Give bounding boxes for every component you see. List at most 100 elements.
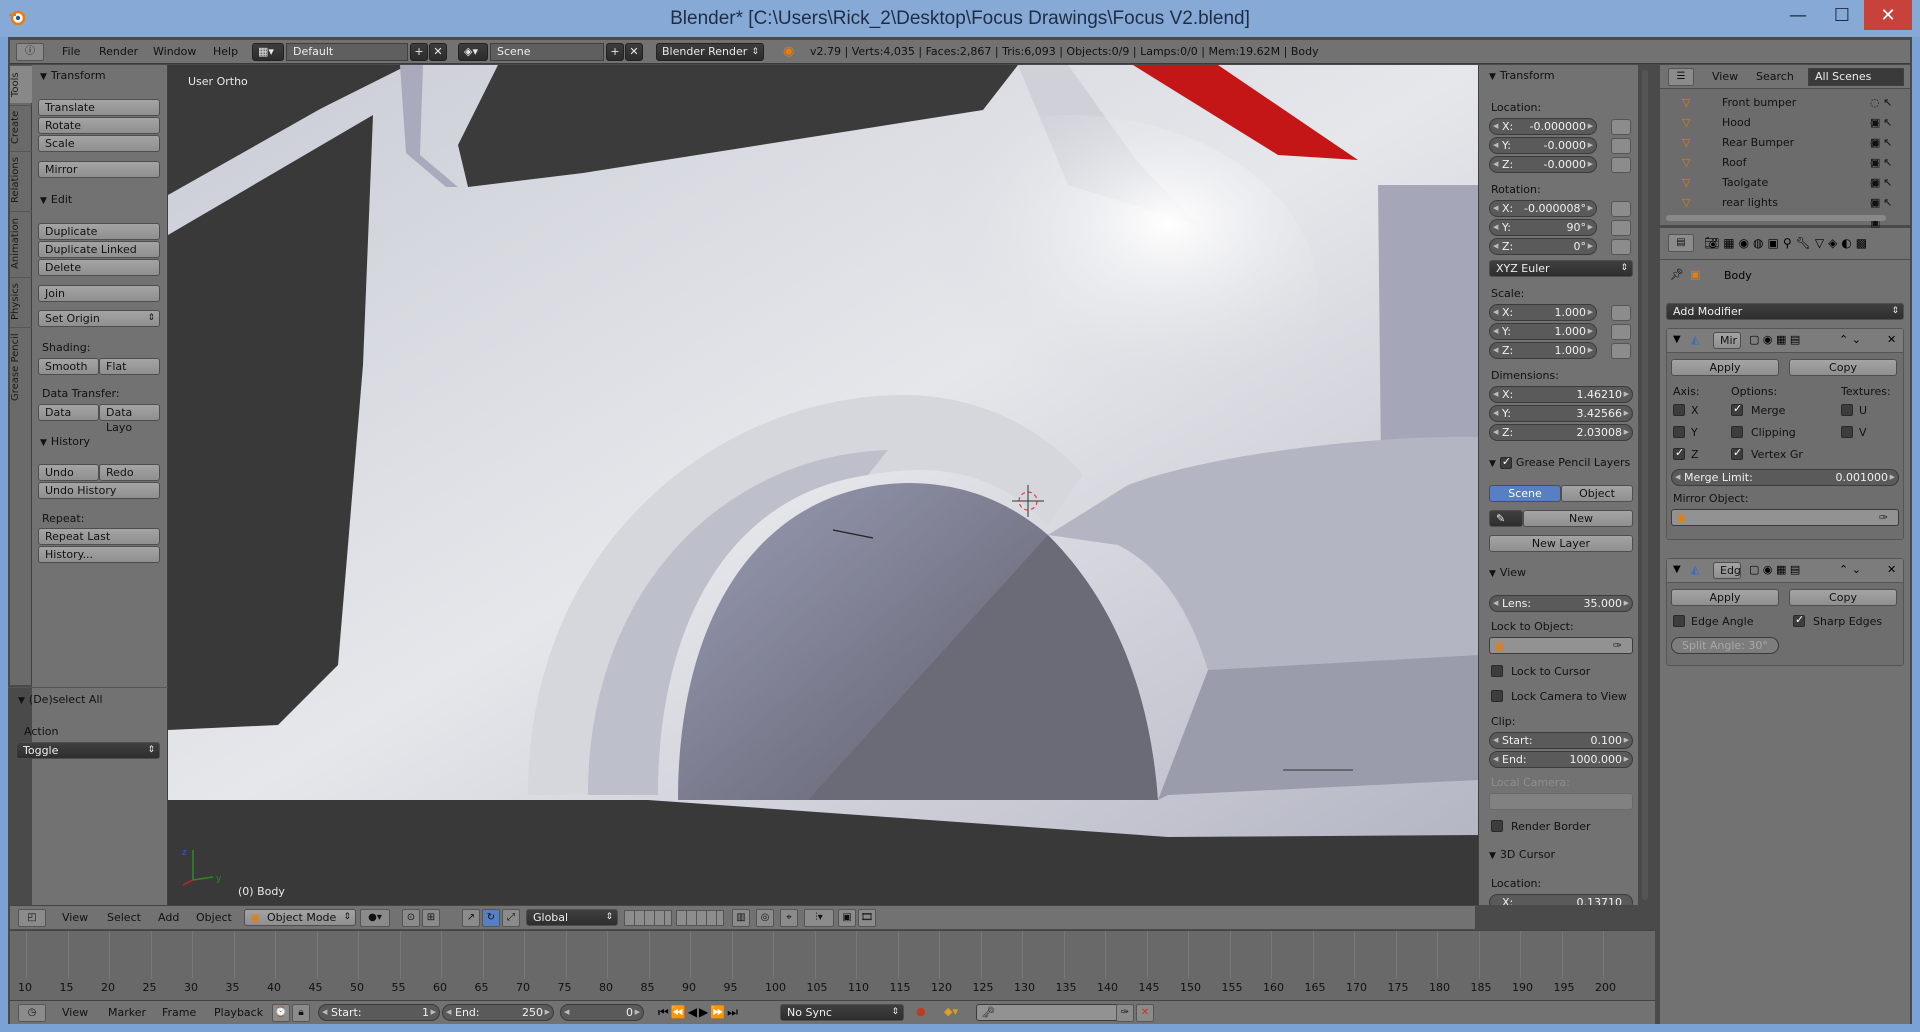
lock-layers-icon[interactable]: ▥ — [732, 909, 750, 927]
location-x-field[interactable]: ◀ X: -0.000000 ▶ — [1489, 118, 1597, 135]
lock-location-z-icon[interactable] — [1611, 157, 1631, 173]
flat-button[interactable]: Flat — [99, 358, 160, 375]
dimensions-z-field[interactable]: ◀ Z: 2.03008 ▶ — [1489, 424, 1633, 441]
vp-menu-object[interactable]: Object — [196, 911, 232, 924]
snap-target-icon[interactable]: ⫶▾ — [804, 909, 834, 927]
dimensions-x-field[interactable]: ◀ X: 1.46210 ▶ — [1489, 386, 1633, 403]
move-modifier-icons[interactable]: ⌃ ⌄ — [1839, 563, 1861, 576]
clip-end-field[interactable]: ◀ End: 1000.000 ▶ — [1489, 751, 1633, 768]
properties-context-tabs[interactable]: 📷︎▦◉◍▣⚲🔧︎▽◈◐▩ — [1704, 236, 1871, 250]
vp-menu-view[interactable]: View — [62, 911, 88, 924]
tab-physics[interactable]: Physics — [10, 277, 32, 325]
add-layout-icon[interactable]: + — [410, 43, 428, 61]
keying-icon[interactable]: ◆▾ — [944, 1005, 958, 1018]
collapse-icon[interactable]: ▼ — [1673, 564, 1681, 575]
scale-manipulator-icon[interactable]: ⤢ — [502, 909, 520, 927]
outliner-scrollbar[interactable] — [1666, 215, 1886, 221]
layers-grid-a[interactable] — [624, 910, 672, 926]
remove-layout-icon[interactable]: ✕ — [429, 43, 447, 61]
clip-start-field[interactable]: ◀ Start: 0.100 ▶ — [1489, 732, 1633, 749]
keying-set-field[interactable]: 🗝︎ — [976, 1004, 1134, 1021]
manipulator-icon[interactable]: ⊞ — [422, 909, 440, 927]
sync-dropdown[interactable]: No Sync ⇕ — [780, 1004, 904, 1021]
render-border-checkbox[interactable] — [1491, 820, 1503, 832]
data-button[interactable]: Data — [38, 404, 99, 421]
scale-button[interactable]: Scale — [38, 135, 160, 152]
viewport-shading-icon[interactable]: ●▾ — [360, 909, 390, 927]
cursor-x-field[interactable]: X: 0.13710 — [1489, 894, 1633, 905]
minimize-button[interactable]: — — [1776, 0, 1820, 30]
tl-menu-marker[interactable]: Marker — [108, 1006, 146, 1019]
proportional-edit-icon[interactable]: ◎ — [756, 909, 774, 927]
n-transform-header[interactable]: ▼ Transform — [1489, 69, 1555, 82]
end-frame-field[interactable]: ◀ End: 250 ▶ — [442, 1004, 554, 1021]
grease-layers-header[interactable]: ▼ Grease Pencil Layers — [1489, 455, 1630, 469]
rotate-button[interactable]: Rotate — [38, 117, 160, 134]
menu-render[interactable]: Render — [99, 45, 138, 58]
mode-dropdown[interactable]: ▣ Object Mode ⇕ — [244, 909, 356, 926]
lock-camera-checkbox[interactable] — [1491, 690, 1503, 702]
remove-modifier-icon[interactable]: ✕ — [1887, 563, 1896, 576]
duplicate-button[interactable]: Duplicate — [38, 223, 160, 240]
preview-range-icon[interactable]: ⌚ — [272, 1004, 290, 1022]
insert-keyframe-icon[interactable]: ✑ — [1116, 1004, 1134, 1022]
menu-help[interactable]: Help — [213, 45, 238, 58]
cursor-panel-header[interactable]: ▼ 3D Cursor — [1489, 848, 1555, 861]
3d-viewport[interactable]: z y User Ortho (0) Body — [168, 65, 1478, 905]
viewport-editor-icon[interactable]: ◰ — [18, 909, 46, 927]
render-opengl-icon[interactable]: ▣ — [838, 909, 856, 927]
grease-new-button[interactable]: New — [1523, 510, 1633, 527]
lock-rotation-y-icon[interactable] — [1611, 220, 1631, 236]
view-panel-header[interactable]: ▼ View — [1489, 566, 1526, 579]
set-origin-dropdown[interactable]: Set Origin ⇕ — [38, 310, 160, 327]
grease-scene-button[interactable]: Scene — [1489, 485, 1561, 502]
maximize-button[interactable]: ☐ — [1820, 0, 1864, 30]
remove-modifier-icon[interactable]: ✕ — [1887, 333, 1896, 346]
remove-scene-icon[interactable]: ✕ — [625, 43, 643, 61]
restrict-icons[interactable]: ◉ ↖ ▣ — [1870, 193, 1900, 233]
transform-panel-header[interactable]: ▼ Transform — [40, 69, 106, 82]
render-animation-icon[interactable]: 🎞︎ — [858, 909, 876, 927]
scene-browse-icon[interactable]: ◈▾ — [458, 43, 488, 61]
menu-window[interactable]: Window — [153, 45, 196, 58]
pin-icon[interactable]: 📌︎ — [1670, 268, 1684, 281]
lock-rotation-x-icon[interactable] — [1611, 201, 1631, 217]
join-button[interactable]: Join — [38, 285, 160, 302]
timeline-editor-icon[interactable]: ◷ — [18, 1004, 46, 1022]
tab-tools[interactable]: Tools — [10, 65, 32, 103]
tab-grease-pencil[interactable]: Grease Pencil — [10, 327, 32, 407]
layout-field[interactable]: Default — [286, 43, 408, 61]
rotation-z-field[interactable]: ◀ Z: 0° ▶ — [1489, 238, 1597, 255]
edge-split-apply-button[interactable]: Apply — [1671, 589, 1779, 606]
lock-scale-x-icon[interactable] — [1611, 305, 1631, 321]
location-z-field[interactable]: ◀ Z: -0.0000 ▶ — [1489, 156, 1597, 173]
playback-controls-icons[interactable]: ⏮⏪◀▶⏩⏭ — [658, 1005, 740, 1020]
texture-u-checkbox[interactable] — [1841, 404, 1853, 416]
mirror-apply-button[interactable]: Apply — [1671, 359, 1779, 376]
editor-type-icon[interactable]: ⓘ — [16, 43, 44, 61]
outliner-item[interactable]: ▽ Hood ◌ ↖ ▣ — [1660, 113, 1900, 149]
collapse-icon[interactable]: ▼ — [1673, 334, 1681, 345]
merge-limit-field[interactable]: ◀ Merge Limit: 0.001000 ▶ — [1671, 469, 1899, 486]
current-frame-field[interactable]: ◀ 0 ▶ — [560, 1004, 644, 1021]
tl-menu-playback[interactable]: Playback — [214, 1006, 263, 1019]
clipping-checkbox[interactable] — [1731, 426, 1743, 438]
scene-field[interactable]: Scene — [490, 43, 604, 61]
new-layer-button[interactable]: New Layer — [1489, 535, 1633, 552]
outliner-item[interactable]: ▽ rear lights ◉ ↖ ▣ — [1660, 193, 1900, 229]
pivot-icon[interactable]: ⊙ — [402, 909, 420, 927]
tab-animation[interactable]: Animation — [10, 211, 32, 275]
tl-menu-view[interactable]: View — [62, 1006, 88, 1019]
tl-menu-frame[interactable]: Frame — [162, 1006, 196, 1019]
lock-to-cursor-checkbox[interactable] — [1491, 665, 1503, 677]
data-layout-button[interactable]: Data Layo — [99, 404, 160, 434]
rotation-y-field[interactable]: ◀ Y: 90° ▶ — [1489, 219, 1597, 236]
redo-button[interactable]: Redo — [99, 464, 160, 481]
grease-pencil-icon[interactable]: ✎ — [1489, 510, 1523, 527]
render-engine-dropdown[interactable]: Blender Render ⇕ — [656, 43, 764, 61]
outliner-item[interactable]: ▽ Taolgate ◉ ↖ ▣ — [1660, 173, 1900, 209]
menu-file[interactable]: File — [62, 45, 80, 58]
delete-keyframe-icon[interactable]: ✕ — [1136, 1004, 1154, 1022]
outliner-menu-search[interactable]: Search — [1756, 70, 1794, 83]
mirror-button[interactable]: Mirror — [38, 161, 160, 178]
